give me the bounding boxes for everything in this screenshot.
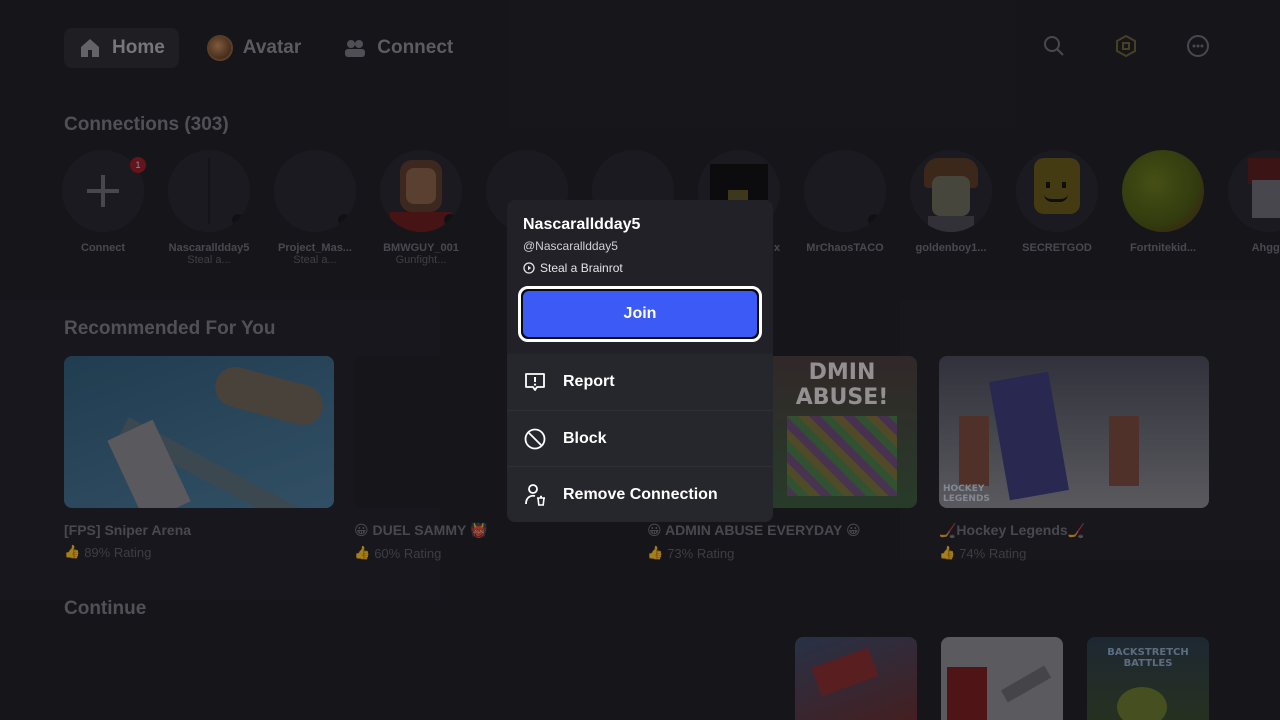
connection-item[interactable]: Fortnitekid... [1122,150,1204,266]
people-icon [345,40,366,57]
connection-avatar[interactable] [1016,150,1098,232]
popup-game-name: Steal a Brainrot [540,261,623,275]
game-rating-text: 74% Rating [959,545,1027,561]
continue-game-thumbnail[interactable]: BACKSTRETCH BATTLES [1087,637,1209,720]
remove-connection-icon [525,483,545,506]
connection-item[interactable]: Ahggfi [1228,150,1280,266]
connection-item[interactable]: MrChaosTACO [804,150,886,266]
play-circle-icon [523,262,535,274]
connection-status: Steal a... [293,254,337,266]
connection-item[interactable]: Project_Mas... Steal a... [274,150,356,266]
popup-menu: Report Block Remove Connection [507,354,773,522]
notification-badge: 1 [130,157,146,173]
top-right-icons [1042,34,1210,58]
connection-avatar[interactable] [380,150,462,232]
connection-name: Project_Mas... [278,242,352,254]
game-rating: 👍 89% Rating [64,544,334,560]
report-menu-item[interactable]: Report [507,354,773,410]
robux-icon[interactable] [1114,34,1138,58]
block-icon [524,428,546,449]
popup-current-game: Steal a Brainrot [523,261,623,275]
connection-status: Gunfight... [395,254,447,266]
nav-avatar-label: Avatar [242,37,302,58]
game-card[interactable]: [FPS] Sniper Arena 👍 89% Rating [64,356,334,560]
popup-display-name: Nascaralldday5 [523,216,641,233]
thumbs-up-icon: 👍 [64,544,81,559]
popup-username: @Nascaralldday5 [523,239,618,253]
nav-connect[interactable]: Connect [329,28,467,68]
more-icon[interactable] [1186,34,1210,58]
report-icon [525,373,545,391]
top-nav: Home Avatar Connect [64,28,467,68]
game-rating-text: 60% Rating [374,545,442,561]
join-button-label: Join [523,291,757,337]
remove-connection-label: Remove Connection [563,485,718,503]
connection-item[interactable]: goldenboy1... [910,150,992,266]
connection-name: SECRETGOD [1022,242,1092,254]
home-icon [81,39,99,57]
game-thumbnail[interactable] [64,356,334,508]
connection-name: Fortnitekid... [1130,242,1196,254]
continue-game-thumbnail[interactable] [795,637,917,720]
connection-name: Nascaralldday5 [168,242,250,254]
game-rating-text: 89% Rating [84,544,152,560]
block-label: Block [563,429,607,447]
connection-avatar[interactable] [804,150,886,232]
status-dot [444,214,456,226]
game-title: 😀 ADMIN ABUSE EVERYDAY 😀 [647,522,861,538]
connection-avatar[interactable] [910,150,992,232]
thumbnail-text: HOCKEY LEGENDS [943,484,990,504]
status-dot [338,214,350,226]
connection-name: goldenboy1... [915,242,987,254]
game-rating: 👍 60% Rating [354,545,624,561]
continue-title: Continue [64,598,147,619]
nav-home-label: Home [112,37,165,58]
connection-item[interactable]: SECRETGOD [1016,150,1098,266]
connection-name: Connect [81,242,125,254]
nav-connect-label: Connect [377,37,454,58]
game-rating: 👍 73% Rating [647,545,917,561]
game-thumbnail[interactable]: HOCKEY LEGENDS [939,356,1209,508]
game-title: 🏒Hockey Legends🏒 [939,522,1086,538]
connection-popup: Nascaralldday5 @Nascaralldday5 Steal a B… [507,200,773,522]
recommended-title: Recommended For You [64,318,276,339]
report-label: Report [563,373,615,390]
connection-status: Steal a... [187,254,231,266]
game-title: [FPS] Sniper Arena [64,522,192,538]
game-title: 😀 DUEL SAMMY 👹 [354,522,488,538]
thumbnail-text: DMIN ABUSE! [795,360,889,410]
block-menu-item[interactable]: Block [507,410,773,466]
search-icon[interactable] [1042,34,1066,58]
continue-game-thumbnail[interactable] [941,637,1063,720]
connection-avatar[interactable] [1228,150,1280,232]
status-dot [232,214,244,226]
nav-home[interactable]: Home [64,28,179,68]
remove-connection-menu-item[interactable]: Remove Connection [507,466,773,522]
connection-name: Ahggfi [1251,242,1280,254]
connection-avatar[interactable] [1122,150,1204,232]
game-rating-text: 73% Rating [667,545,735,561]
connection-item[interactable]: BMWGUY_001 Gunfight... [380,150,462,266]
thumbs-up-icon: 👍 [647,545,664,560]
thumbs-up-icon: 👍 [354,545,371,560]
game-rating: 👍 74% Rating [939,545,1209,561]
game-card[interactable]: HOCKEY LEGENDS 🏒Hockey Legends🏒 👍 74% Rat… [939,356,1209,561]
thumbs-up-icon: 👍 [939,545,956,560]
thumbnail-text: BACKSTRETCH BATTLES [1107,647,1189,669]
connection-name: BMWGUY_001 [383,242,459,254]
connection-avatar[interactable] [168,150,250,232]
join-button[interactable]: Join [518,286,762,342]
nav-avatar[interactable]: Avatar [193,28,315,68]
connection-item[interactable]: Nascaralldday5 Steal a... [168,150,250,266]
status-dot [868,214,880,226]
connection-avatar[interactable] [274,150,356,232]
connections-title: Connections (303) [64,114,229,135]
connection-name: MrChaosTACO [806,242,884,254]
avatar-icon [206,35,233,61]
